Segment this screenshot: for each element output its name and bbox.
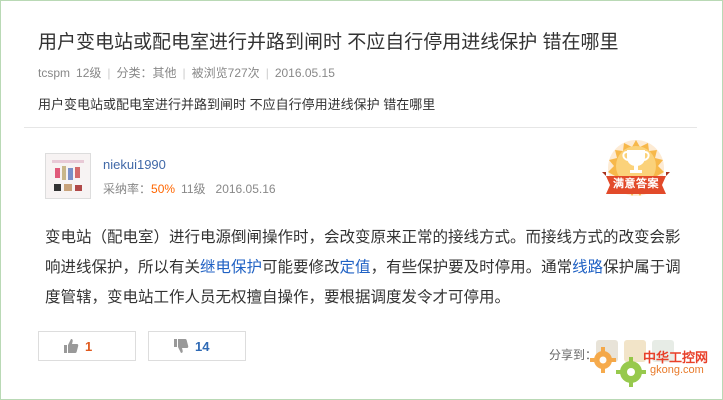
- answer-date: 2016.05.16: [215, 181, 276, 196]
- answer-username[interactable]: niekui1990: [103, 157, 166, 172]
- answer-user-level: 11级: [181, 182, 206, 196]
- answer-text: 变电站（配电室）进行电源倒闸操作时，会改变原来正常的接线方式。而接线方式的改变会…: [45, 223, 685, 313]
- category-value[interactable]: 其他: [153, 64, 177, 81]
- answer-link-relay-protection[interactable]: 继电保护: [200, 259, 262, 276]
- adoption-rate-value: 50%: [151, 181, 176, 196]
- best-answer-badge: 满意答案: [600, 138, 672, 206]
- view-count: 被浏览727次: [191, 66, 260, 80]
- meta-divider: |: [265, 65, 269, 80]
- question-date: 2016.05.15: [274, 65, 335, 80]
- category-label: 分类：: [116, 66, 153, 80]
- question-author[interactable]: tcspm: [38, 66, 70, 80]
- question-title: 用户变电站或配电室进行并路到闸时 不应自行停用进线保护 错在哪里: [38, 32, 619, 53]
- avatar-image-icon: [46, 154, 90, 198]
- upvote-count: 1: [85, 338, 93, 354]
- adoption-rate-label: 采纳率：: [103, 182, 152, 196]
- upvote-button[interactable]: 1: [38, 331, 136, 361]
- watermark-url: gkong.com: [650, 364, 704, 376]
- answer-text-part: ，有些保护要及时停用。通常: [370, 259, 573, 276]
- trophy-badge-icon: [602, 140, 670, 196]
- downvote-button[interactable]: 14: [148, 331, 246, 361]
- badge-label: 满意答案: [613, 178, 659, 190]
- question-author-level: 12级: [76, 66, 102, 80]
- thumbs-up-icon: [64, 339, 79, 353]
- answer-meta: 采纳率： 50% 11级 2016.05.16: [103, 180, 276, 197]
- avatar[interactable]: [45, 153, 91, 199]
- answer-text-part: 可能要修改: [262, 259, 340, 276]
- meta-divider: |: [182, 65, 186, 80]
- section-divider: [24, 127, 697, 128]
- answer-link-line[interactable]: 线路: [572, 259, 603, 276]
- question-body: 用户变电站或配电室进行并路到闸时 不应自行停用进线保护 错在哪里: [38, 97, 436, 112]
- thumbs-down-icon: [174, 339, 189, 353]
- downvote-count: 14: [195, 338, 210, 354]
- meta-divider: |: [107, 65, 111, 80]
- answer-link-setting-value[interactable]: 定值: [340, 259, 371, 276]
- question-meta: tcspm 12级 | 分类： 其他 | 被浏览727次 | 2016.05.1…: [38, 64, 335, 81]
